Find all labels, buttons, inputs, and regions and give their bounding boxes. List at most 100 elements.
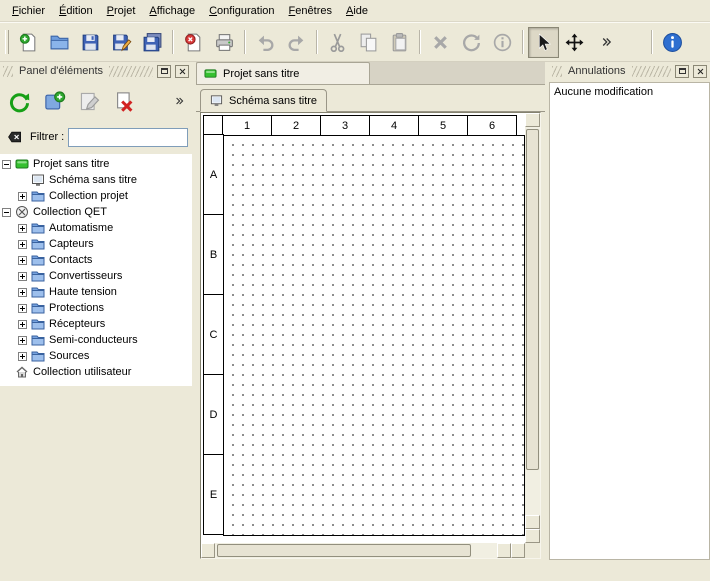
- expand-icon[interactable]: [18, 288, 27, 297]
- print-button[interactable]: [209, 27, 240, 58]
- horizontal-scrollbar[interactable]: [201, 543, 525, 558]
- tree-item-label: Projet sans titre: [33, 158, 109, 170]
- diagram-canvas[interactable]: 1 2 3 4 5 6 A B C D E: [201, 113, 525, 543]
- tree-item-sources[interactable]: Sources: [0, 348, 192, 364]
- tree-item-collection-utilisateur[interactable]: Collection utilisateur: [0, 364, 192, 380]
- save-button[interactable]: [75, 27, 106, 58]
- collapse-icon[interactable]: [2, 160, 11, 169]
- redo-button[interactable]: [281, 27, 312, 58]
- scroll-left-button[interactable]: [201, 543, 215, 558]
- filter-input[interactable]: [68, 128, 188, 147]
- save-as-icon: [111, 32, 132, 53]
- tree-item-capteurs[interactable]: Capteurs: [0, 236, 192, 252]
- paste-button[interactable]: [384, 27, 415, 58]
- menu-aide[interactable]: Aide: [339, 2, 375, 20]
- menu-fichier[interactable]: Fichier: [5, 2, 52, 20]
- pan-mode-button[interactable]: [559, 27, 590, 58]
- dock-float-button[interactable]: [157, 65, 171, 78]
- save-as-button[interactable]: [106, 27, 137, 58]
- about-qet-button[interactable]: [657, 27, 688, 58]
- menu-configuration[interactable]: Configuration: [202, 2, 281, 20]
- horizontal-scroll-track[interactable]: [215, 543, 497, 558]
- tree-item-protections[interactable]: Protections: [0, 300, 192, 316]
- tree-item-contacts[interactable]: Contacts: [0, 252, 192, 268]
- row-header: C: [203, 294, 224, 375]
- dock-float-button[interactable]: [675, 65, 689, 78]
- tree-item-schema-sans-titre[interactable]: Schéma sans titre: [0, 172, 192, 188]
- toolbar-separator: [244, 30, 246, 54]
- undo-dock-titlebar[interactable]: Annulations: [549, 62, 710, 80]
- project-icon: [204, 67, 217, 80]
- undo-history-list[interactable]: Aucune modification: [549, 82, 710, 560]
- vertical-scroll-track[interactable]: [525, 127, 540, 515]
- open-project-button[interactable]: [44, 27, 75, 58]
- expand-icon[interactable]: [18, 352, 27, 361]
- tree-item-convertisseurs[interactable]: Convertisseurs: [0, 268, 192, 284]
- expand-icon[interactable]: [18, 320, 27, 329]
- clear-filter-button[interactable]: [4, 127, 26, 147]
- tree-item-semi-conducteurs[interactable]: Semi-conducteurs: [0, 332, 192, 348]
- menu-fenetres[interactable]: Fenêtres: [282, 2, 339, 20]
- vertical-scrollbar[interactable]: [525, 113, 540, 543]
- expand-icon[interactable]: [18, 224, 27, 233]
- expand-icon[interactable]: [18, 272, 27, 281]
- toolbar-overflow-button[interactable]: [590, 27, 621, 58]
- scroll-up-button[interactable]: [525, 113, 540, 127]
- save-all-button[interactable]: [137, 27, 168, 58]
- expand-icon[interactable]: [18, 256, 27, 265]
- elements-panel-titlebar[interactable]: Panel d'éléments: [0, 62, 192, 80]
- tab-projet-sans-titre[interactable]: Projet sans titre: [196, 62, 370, 84]
- tree-item-automatisme[interactable]: Automatisme: [0, 220, 192, 236]
- tab-label: Projet sans titre: [223, 68, 299, 80]
- collapse-icon[interactable]: [2, 208, 11, 217]
- expand-icon[interactable]: [18, 192, 27, 201]
- new-element-button[interactable]: [39, 86, 70, 117]
- tree-item-haute-tension[interactable]: Haute tension: [0, 284, 192, 300]
- menu-affichage[interactable]: Affichage: [142, 2, 202, 20]
- copy-button[interactable]: [353, 27, 384, 58]
- new-document-button[interactable]: [13, 27, 44, 58]
- expand-icon[interactable]: [18, 240, 27, 249]
- vertical-scroll-thumb[interactable]: [526, 129, 539, 470]
- project-icon: [15, 157, 29, 171]
- folder-icon: [31, 333, 45, 347]
- element-info-button[interactable]: [487, 27, 518, 58]
- tree-item-label: Schéma sans titre: [49, 174, 137, 186]
- redo-icon: [286, 32, 307, 53]
- scroll-right-button[interactable]: [511, 543, 525, 558]
- horizontal-scroll-thumb[interactable]: [217, 544, 471, 557]
- tab-schema-sans-titre[interactable]: Schéma sans titre: [200, 89, 327, 112]
- undo-dock: Annulations Aucune modification: [549, 62, 710, 581]
- tree-item-projet-sans-titre[interactable]: Projet sans titre: [0, 156, 192, 172]
- close-file-button[interactable]: [178, 27, 209, 58]
- undo-button[interactable]: [250, 27, 281, 58]
- tree-item-collection-projet[interactable]: Collection projet: [0, 188, 192, 204]
- delete-element-button[interactable]: [109, 86, 140, 117]
- reload-collections-button[interactable]: [4, 86, 35, 117]
- menu-projet[interactable]: Projet: [100, 2, 143, 20]
- panel-overflow-button[interactable]: [170, 91, 188, 111]
- rotate-button[interactable]: [456, 27, 487, 58]
- tree-item-recepteurs[interactable]: Récepteurs: [0, 316, 192, 332]
- scroll-up-button[interactable]: [525, 515, 540, 529]
- toolbar-grip[interactable]: [5, 30, 9, 54]
- new-element-icon: [43, 90, 66, 113]
- scroll-left-button[interactable]: [497, 543, 511, 558]
- edit-element-button[interactable]: [74, 86, 105, 117]
- row-header: D: [203, 374, 224, 455]
- cut-button[interactable]: [322, 27, 353, 58]
- scroll-down-button[interactable]: [525, 529, 540, 543]
- menu-edition[interactable]: Édition: [52, 2, 100, 20]
- chevron-double-right-icon: [173, 95, 185, 107]
- delete-button[interactable]: [425, 27, 456, 58]
- schema-icon: [31, 173, 45, 187]
- expand-icon[interactable]: [18, 336, 27, 345]
- tree-item-collection-qet[interactable]: Collection QET: [0, 204, 192, 220]
- pointer-icon: [533, 32, 554, 53]
- expand-icon[interactable]: [18, 304, 27, 313]
- tree-item-label: Récepteurs: [49, 318, 105, 330]
- dock-close-button[interactable]: [175, 65, 189, 78]
- dock-close-button[interactable]: [693, 65, 707, 78]
- select-mode-button[interactable]: [528, 27, 559, 58]
- dot-grid[interactable]: [223, 135, 525, 536]
